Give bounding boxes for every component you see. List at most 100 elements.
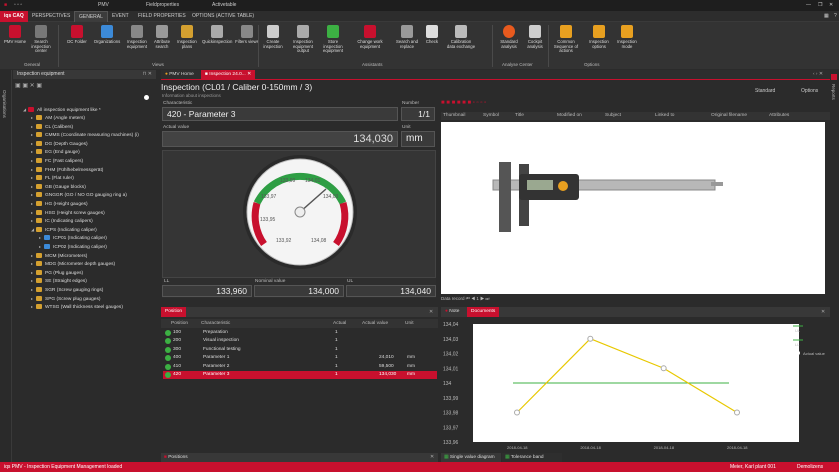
tree-item[interactable]: ▸ IC (Indicating calipers)	[31, 217, 93, 225]
table-row[interactable]: 100 Preparation 1	[163, 329, 437, 337]
tree-item[interactable]: ▸ ICP02 (Indicating caliper)	[39, 243, 107, 251]
tree-item[interactable]: ▸ FC (Fast calipers)	[31, 157, 83, 165]
create-inspection-button[interactable]: Create inspection	[258, 25, 288, 49]
col-characteristic[interactable]: Characteristic	[201, 321, 230, 326]
close-positions-icon[interactable]: ✕	[430, 453, 434, 462]
doc-tab-inspection[interactable]: ■ Inspection 24.0... ✕	[201, 70, 256, 79]
check-button[interactable]: Check	[420, 25, 444, 45]
position-tab[interactable]: Position	[161, 307, 187, 317]
tree-root[interactable]: ◢ All inspection equipment like *	[23, 106, 101, 114]
dc-folder-button[interactable]: DC Folder	[62, 25, 92, 45]
tree-item[interactable]: ▸ AM (Angle meters)	[31, 114, 85, 122]
col-modified[interactable]: Modified on	[557, 113, 582, 118]
doc-tab-pmv-home[interactable]: ● PMV Home	[161, 70, 198, 79]
col-position[interactable]: Position	[171, 321, 188, 326]
tree-toolbar[interactable]: ▣ ▣ ✕ ▣	[15, 82, 42, 90]
tree-item[interactable]: ▸ FL (Flat ruler)	[31, 174, 74, 182]
col-linked[interactable]: Linked to	[655, 113, 674, 118]
table-row[interactable]: 300 Functional testing 1	[163, 346, 437, 354]
table-row[interactable]: 420 Parameter 3 1 134,030 mm	[163, 371, 437, 379]
inspection-mode-button[interactable]: Inspection mode	[612, 25, 642, 49]
quick-access-icons[interactable]: ▫ ▫ ▫	[14, 2, 22, 8]
col-filename[interactable]: Original filename	[711, 113, 747, 118]
title-tab-pmv[interactable]: PMV	[98, 2, 109, 8]
tree-item[interactable]: ◢ ICPS (Indicating caliper)	[31, 226, 97, 234]
table-row[interactable]: 200 Visual inspection 1	[163, 337, 437, 345]
close-chart-icon[interactable]: ✕	[821, 309, 825, 315]
app-menu-icon[interactable]: ■	[4, 2, 7, 8]
tab-event[interactable]: EVENT	[108, 11, 133, 22]
tree-item[interactable]: ▸ DG (Depth Gauges)	[31, 140, 88, 148]
panel-pin-icon[interactable]: ⊓ ✕	[143, 70, 152, 79]
organizations-button[interactable]: Organizations	[92, 25, 122, 45]
quickinspection-button[interactable]: Quickinspection	[202, 25, 232, 45]
tree-item-label: FL (Flat ruler)	[45, 176, 74, 182]
col-symbol[interactable]: Symbol	[483, 113, 499, 118]
layout-select[interactable]: Standard	[755, 88, 775, 94]
col-actual-value[interactable]: Actual value	[362, 321, 388, 326]
note-tab[interactable]: ● Note	[441, 307, 463, 317]
tree-item[interactable]: ▸ EG (End gauge)	[31, 148, 80, 156]
tab-perspectives[interactable]: PERSPECTIVES	[28, 11, 74, 22]
positions-bottom-tab[interactable]: ■ Positions ✕	[161, 453, 438, 462]
tree-item[interactable]: ▸ MDG (Micrometer depth gauges)	[31, 260, 115, 268]
tree-item[interactable]: ▸ MCM (Micrometers)	[31, 252, 87, 260]
minimize-icon[interactable]: —	[806, 2, 811, 8]
calibration-exchange-button[interactable]: Calibration data exchange	[446, 25, 476, 49]
tree-item[interactable]: ▸ GNGGR (GO / NO GO gauging ring a)	[31, 191, 127, 199]
documents-toolbar[interactable]: ■ ■ ■ ■ ■ ■ ▫ ▫ ▫ ▫	[441, 100, 830, 110]
col-unit[interactable]: Unit	[405, 321, 414, 326]
number-field[interactable]: 1/1	[401, 107, 435, 121]
tree-item[interactable]: ▸ CMMS (Coordinate measuring machines) (i…	[31, 131, 139, 139]
characteristic-field[interactable]: 420 - Parameter 3	[162, 107, 398, 121]
title-tab-fieldproperties[interactable]: Fieldproperties	[146, 2, 179, 8]
inspection-plans-button[interactable]: Inspection plans	[172, 25, 202, 49]
tree-item[interactable]: ▸ FHM (Fühlhebelmessgerät)	[31, 166, 103, 174]
cockpit-analysis-button[interactable]: Cockpit analysis	[520, 25, 550, 49]
close-position-icon[interactable]: ✕	[429, 309, 433, 315]
tab-field-properties[interactable]: FIELD PROPERTIES	[134, 11, 190, 22]
store-equipment-button[interactable]: Store inspection equipment	[318, 25, 348, 54]
tree-item[interactable]: ▸ HSG (Height screw gauges)	[31, 209, 105, 217]
col-title[interactable]: Title	[515, 113, 524, 118]
tolerance-band-tab[interactable]: ▦ Tolerance band	[502, 453, 562, 462]
common-sequence-button[interactable]: Common Sequence of actions	[548, 25, 584, 54]
col-actual[interactable]: Actual	[333, 321, 346, 326]
tree-item[interactable]: ▸ SPG (Screw plug gauges)	[31, 295, 100, 303]
title-tab-activetable[interactable]: Activetable	[212, 2, 236, 8]
tree-item[interactable]: ▸ SE (Straight edges)	[31, 277, 87, 285]
reports-icon[interactable]	[831, 74, 837, 80]
close-icon[interactable]: ✕	[829, 2, 833, 8]
table-row[interactable]: 410 Parameter 2 1 59,500 mm	[163, 363, 437, 371]
tab-options-active-table[interactable]: OPTIONS (ACTIVE TABLE)	[188, 11, 258, 22]
tab-general[interactable]: GENERAL	[74, 11, 108, 22]
tree-item[interactable]: ▸ HG (Height gauges)	[31, 200, 88, 208]
tree-item[interactable]: ▸ SGR (Screw gauging rings)	[31, 286, 103, 294]
reports-side-tab[interactable]: Reports	[831, 84, 836, 100]
change-work-equipment-button[interactable]: Change work equipment	[352, 25, 388, 49]
tree-item[interactable]: ▸ PG (Plug gauges)	[31, 269, 83, 277]
tree-item[interactable]: ▸ WTSG (Wall thickness steel gauges)	[31, 303, 123, 311]
options-menu[interactable]: Options	[801, 88, 818, 94]
app-tab-iqs[interactable]: iqs CAQ	[0, 11, 28, 22]
search-inspection-center-button[interactable]: Search inspection center	[26, 25, 56, 54]
doc-tab-nav-icon[interactable]: ‹ › ✕	[809, 70, 827, 79]
maximize-icon[interactable]: ❐	[818, 2, 822, 8]
col-subject[interactable]: Subject	[605, 113, 621, 118]
actual-value-input[interactable]: 134,030	[162, 131, 398, 147]
search-replace-button[interactable]: Search and replace	[392, 25, 422, 49]
single-value-diagram-tab[interactable]: ▦ Single value diagram	[441, 453, 501, 462]
status-message: iqs PMV - Inspection Equipment Managemen…	[4, 464, 123, 470]
inspection-options-button[interactable]: Inspection options	[584, 25, 614, 49]
equipment-output-button[interactable]: Inspection equipment output	[288, 25, 318, 54]
tree-item[interactable]: ▸ CL (Calibers)	[31, 123, 73, 131]
documents-tab[interactable]: Documents	[467, 307, 500, 317]
table-row[interactable]: 400 Parameter 1 1 24,010 mm	[163, 354, 437, 362]
tree-item[interactable]: ▸ GB (Gauge blocks)	[31, 183, 86, 191]
organisations-side-tab[interactable]: Organisations	[2, 90, 7, 118]
col-attributes[interactable]: Attributes	[769, 113, 789, 118]
col-thumbnail[interactable]: Thumbnail	[443, 113, 465, 118]
record-navigator[interactable]: Data record ⏮ ◀ 1 ▶ ⏭	[441, 296, 830, 304]
help-icon[interactable]: ?	[830, 11, 839, 22]
tree-item[interactable]: ▸ ICP01 (Indicating caliper)	[39, 234, 107, 242]
